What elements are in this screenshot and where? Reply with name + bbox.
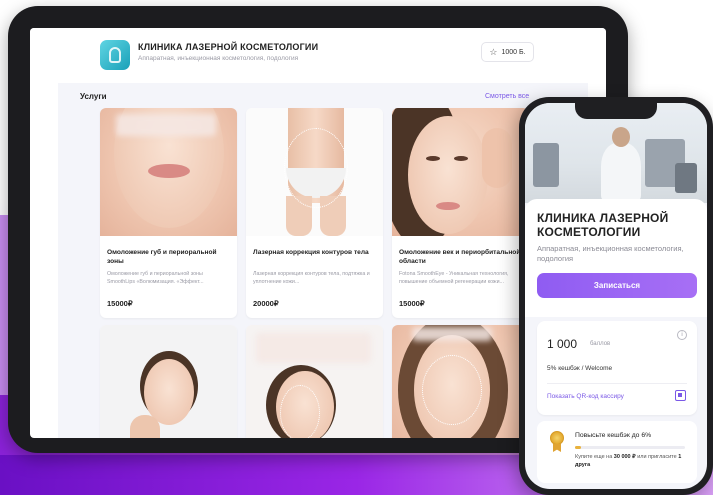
book-button[interactable]: Записаться [537, 273, 697, 298]
service-image [100, 108, 237, 236]
service-image [100, 325, 237, 438]
medal-icon [550, 431, 564, 445]
qr-icon[interactable] [675, 390, 686, 401]
points-button[interactable]: ☆ 1000 Б. [481, 42, 534, 62]
service-name: Омоложение век и периорбитальной области [399, 249, 521, 265]
cashback-level-card: Повысьте кешбэк до 6% Купите еще на 30 0… [537, 421, 697, 483]
level-progress-fill [575, 446, 581, 449]
info-icon[interactable]: i [677, 330, 687, 340]
points-value: 1 000 [547, 337, 578, 351]
phone-screen: КЛИНИКА ЛАЗЕРНОЙ КОСМЕТОЛОГИИ Аппаратная… [525, 103, 707, 489]
clinic-subtitle: Аппаратная, инъекционная косметология, п… [138, 55, 299, 62]
phone-device: КЛИНИКА ЛАЗЕРНОЙ КОСМЕТОЛОГИИ Аппаратная… [519, 97, 713, 495]
points-label: 1000 Б. [501, 48, 526, 56]
service-card[interactable] [246, 325, 383, 438]
service-card[interactable] [100, 325, 237, 438]
service-name: Омоложение губ и периоральной зоны [107, 249, 217, 265]
service-description: Лазерная коррекция контуров тела, подтяж… [253, 271, 370, 285]
cashback-label: 5% кешбэк / Welcome [547, 365, 613, 372]
service-card[interactable]: Омоложение губ и периоральной зоны Омоло… [100, 108, 237, 318]
service-card[interactable] [392, 325, 529, 438]
section-title: Услуги [80, 92, 107, 101]
divider [547, 383, 687, 384]
service-image [392, 108, 529, 236]
service-price: 15000₽ [107, 299, 133, 308]
level-hint: Купите еще на 30 000 ₽ или пригласите 1 … [575, 454, 682, 468]
level-progress-bar [575, 446, 685, 449]
clinic-name: КЛИНИКА ЛАЗЕРНОЙ КОСМЕТОЛОГИИ [537, 211, 669, 239]
service-card[interactable]: Лазерная коррекция контуров тела Лазерна… [246, 108, 383, 318]
clinic-logo-icon [100, 40, 130, 70]
service-description: Омоложение губ и периоральной зоны Smoot… [107, 271, 204, 285]
points-card: 1 000 баллов i 5% кешбэк / Welcome Показ… [537, 321, 697, 415]
service-price: 20000₽ [253, 299, 279, 308]
service-image [246, 108, 383, 236]
service-card[interactable]: Омоложение век и периорбитальной области… [392, 108, 529, 318]
clinic-header: КЛИНИКА ЛАЗЕРНОЙ КОСМЕТОЛОГИИ Аппаратная… [30, 28, 606, 83]
see-all-link[interactable]: Смотреть все [485, 93, 529, 100]
clinic-name: КЛИНИКА ЛАЗЕРНОЙ КОСМЕТОЛОГИИ [138, 42, 319, 52]
service-image [392, 325, 529, 438]
star-icon: ☆ [489, 46, 498, 57]
service-name: Лазерная коррекция контуров тела [253, 249, 369, 256]
show-qr-link[interactable]: Показать QR-код кассиру [547, 393, 624, 400]
service-description: Fotona SmoothEye - Уникальная технология… [399, 271, 509, 285]
clinic-subtitle: Аппаратная, инъекционная косметология, п… [537, 244, 684, 263]
points-unit: баллов [590, 341, 611, 347]
service-price: 15000₽ [399, 299, 425, 308]
level-title: Повысьте кешбэк до 6% [575, 432, 652, 439]
service-image [246, 325, 383, 438]
phone-notch [575, 103, 657, 119]
medal-ribbon [553, 444, 561, 452]
